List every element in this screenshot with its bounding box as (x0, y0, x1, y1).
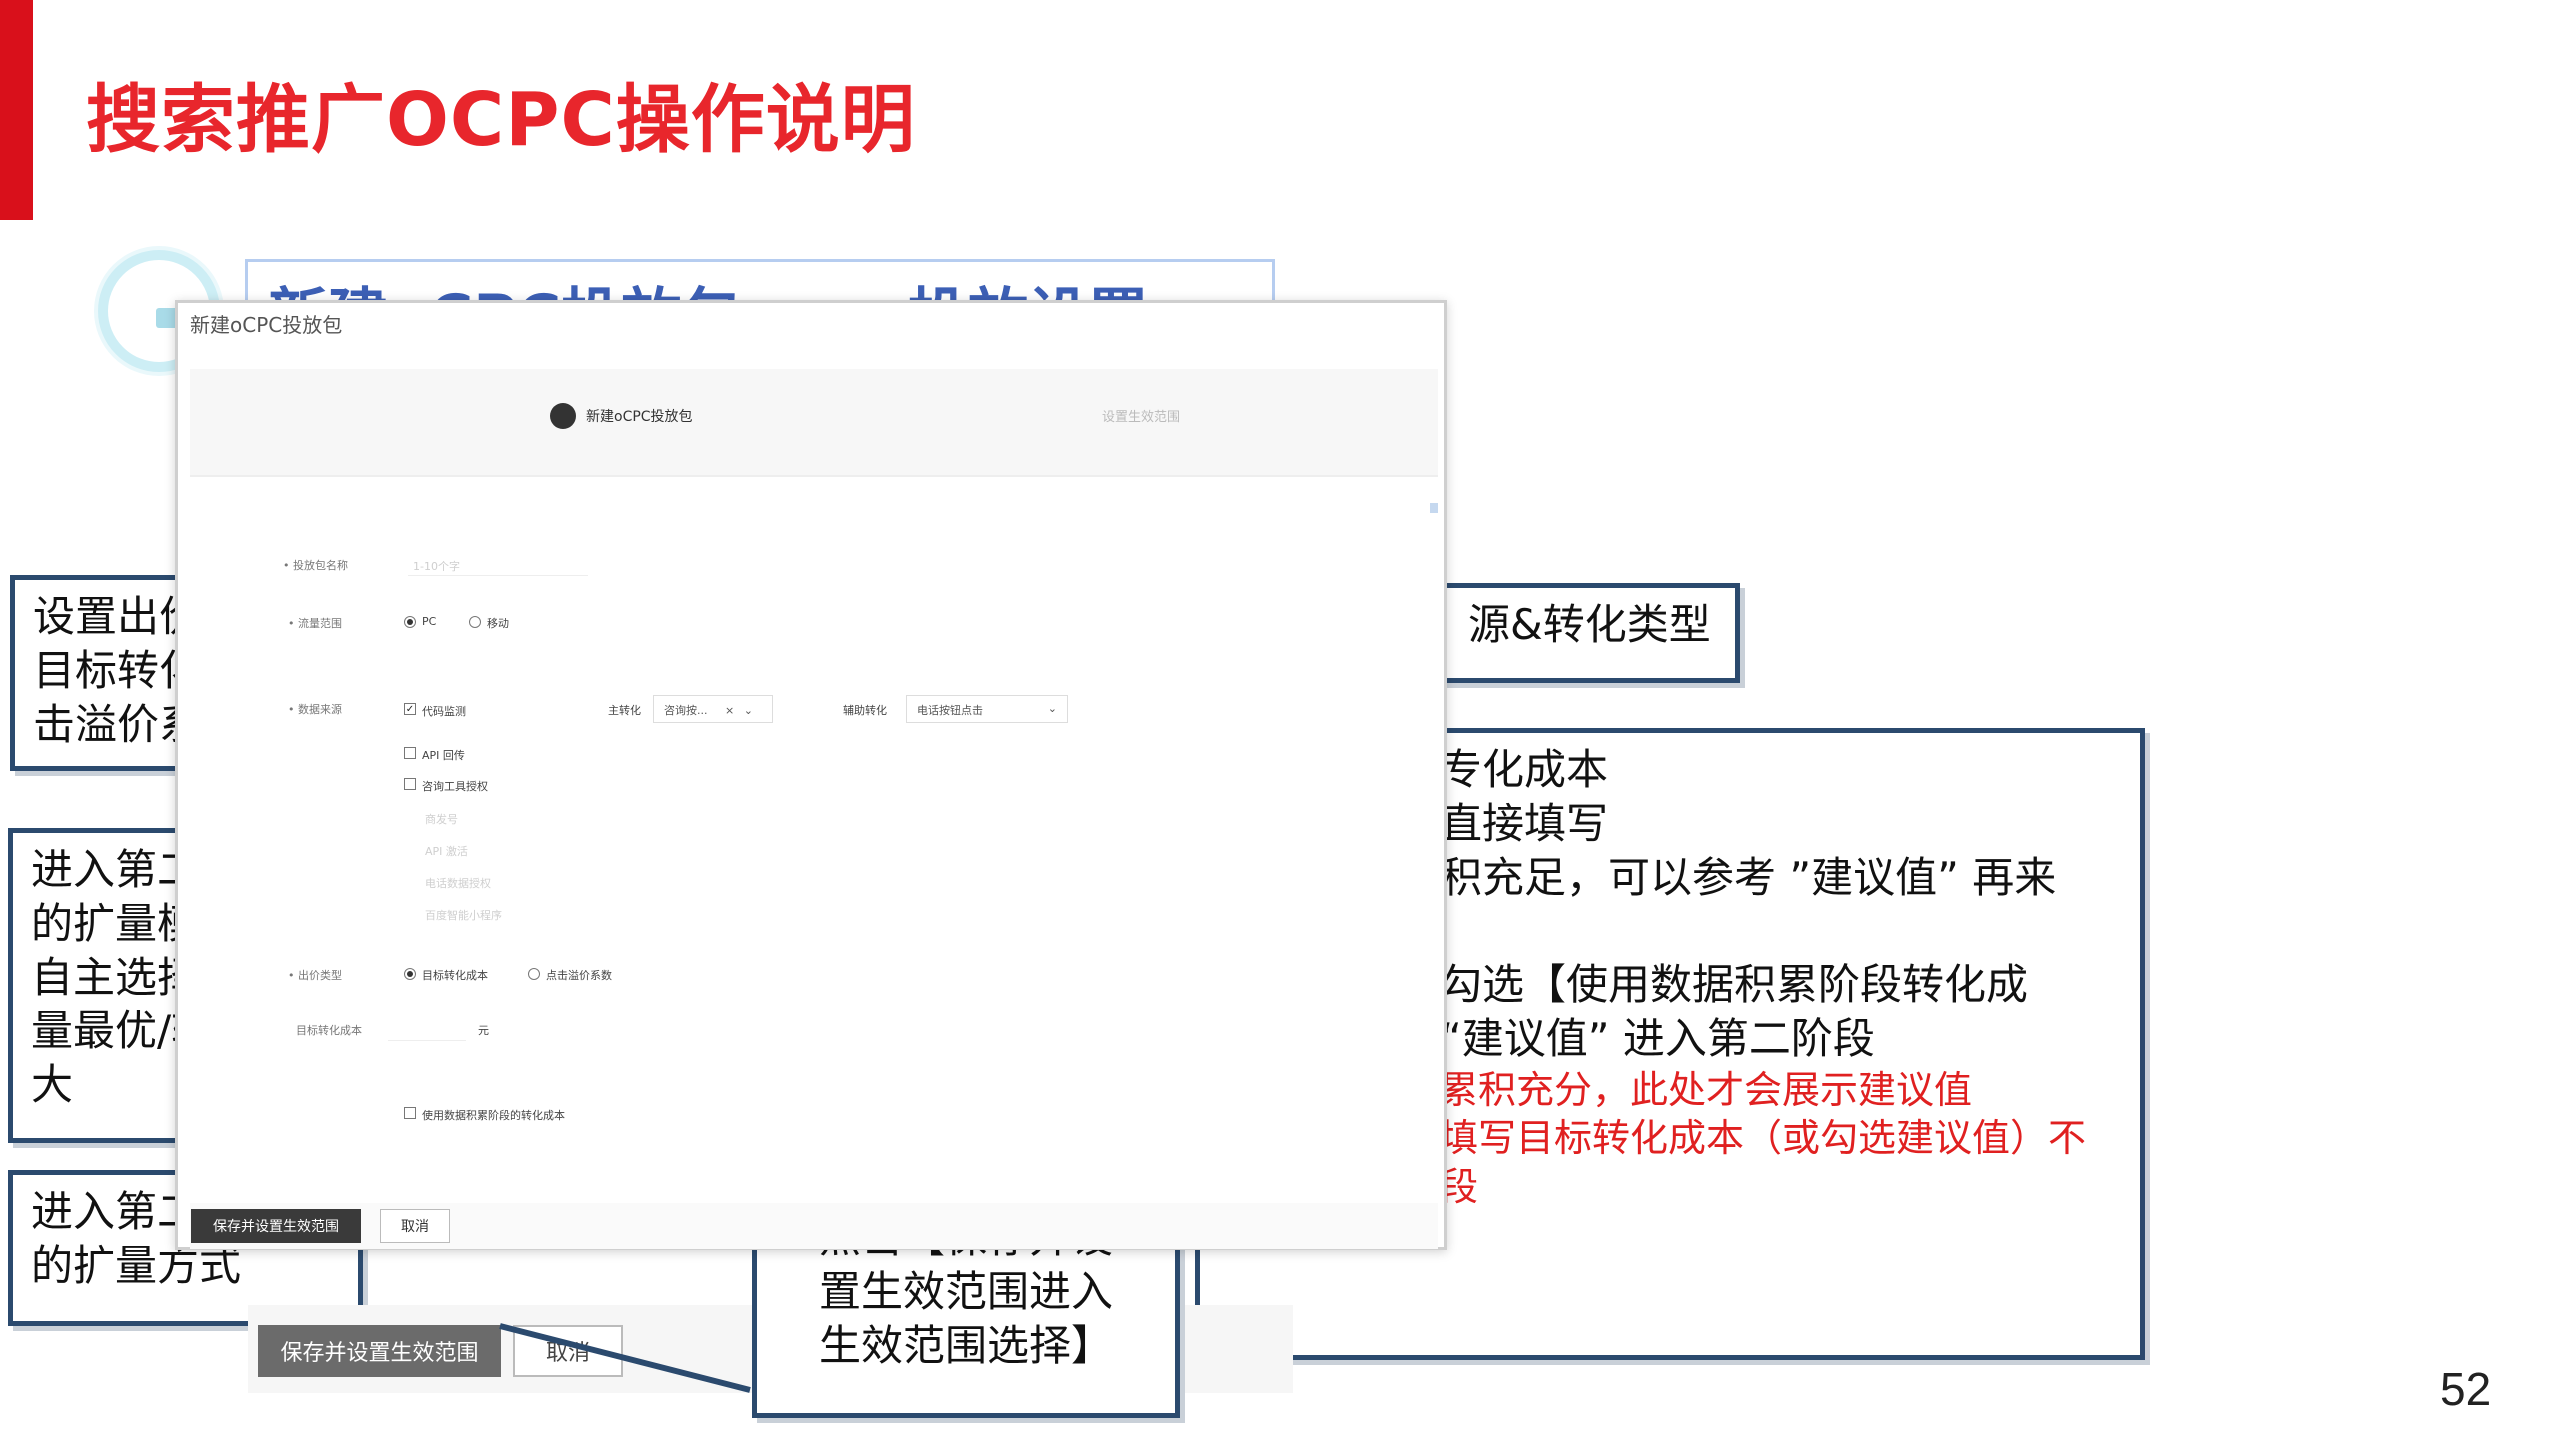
bid-target-cost-radio[interactable] (404, 968, 416, 980)
traffic-mobile-label: 移动 (487, 617, 509, 630)
step-2-label: 设置生效范围 (1102, 410, 1181, 425)
target-cost-label: 目标转化成本 (296, 1024, 362, 1037)
section-header-left: 新建oCPC投放包 (268, 268, 741, 303)
consult-tool-label: 咨询工具授权 (422, 780, 488, 793)
suboption-2: API 激活 (425, 845, 468, 858)
consult-tool-checkbox[interactable] (404, 778, 416, 790)
code-monitor-label: 代码监测 (422, 705, 466, 718)
aux-conversion-select[interactable]: 电话按钮点击 ⌄ (906, 695, 1068, 723)
api-callback-label: API 回传 (422, 749, 465, 762)
data-source-label: • 数据来源 (288, 703, 342, 716)
target-cost-input[interactable] (388, 1040, 466, 1041)
main-conversion-label: 主转化 (608, 704, 641, 717)
bid-type-label: • 出价类型 (288, 969, 342, 982)
title-accent-bar (0, 0, 33, 220)
api-callback-checkbox[interactable] (404, 747, 416, 759)
bid-target-cost-label: 目标转化成本 (422, 969, 488, 982)
step-1-indicator (550, 403, 576, 429)
chevron-down-icon: ⌄ (1047, 702, 1057, 715)
clear-icon[interactable]: × (725, 704, 734, 717)
scrollbar-thumb[interactable] (1430, 503, 1438, 513)
package-name-underline (408, 575, 588, 576)
aux-conversion-label: 辅助转化 (843, 704, 887, 717)
bid-click-premium-radio[interactable] (528, 968, 540, 980)
suboption-3: 电话数据授权 (425, 877, 491, 890)
traffic-pc-label: PC (422, 615, 437, 628)
package-name-input[interactable]: 1-10个字 (413, 558, 588, 574)
accum-cost-label: 使用数据积累阶段的转化成本 (422, 1109, 565, 1122)
step-1-label: 新建oCPC投放包 (586, 409, 693, 425)
section-header-right: 投放设置 (908, 268, 1148, 303)
chevron-down-icon: ⌄ (743, 704, 753, 717)
background-save-button: 保存并设置生效范围 (258, 1325, 501, 1377)
traffic-range-label: • 流量范围 (288, 617, 342, 630)
save-and-set-scope-button[interactable]: 保存并设置生效范围 (191, 1209, 361, 1243)
slide-title: 搜索推广OCPC操作说明 (86, 77, 916, 163)
callout-bid-setting: 设置出价 目标转化 击溢价系 (10, 575, 190, 771)
dialog-footer (190, 1203, 1438, 1249)
traffic-mobile-radio[interactable] (469, 616, 481, 628)
section-header-frame: 新建oCPC投放包 投放设置 (245, 259, 1275, 303)
package-name-label: • 投放包名称 (283, 559, 348, 572)
callout-connector (499, 1323, 751, 1393)
step-progress-bar: 新建oCPC投放包 设置生效范围 (190, 369, 1438, 477)
page-number: 52 (2440, 1363, 2492, 1415)
suboption-1: 商发号 (425, 813, 458, 826)
new-ocpc-package-dialog: 新建oCPC投放包 新建oCPC投放包 设置生效范围 • 投放包名称 1-10个… (175, 300, 1447, 1250)
main-conversion-select[interactable]: 咨询按... × ⌄ (653, 695, 773, 723)
callout-data-source: 源&转化类型 (1410, 583, 1740, 683)
bid-click-premium-label: 点击溢价系数 (546, 969, 612, 982)
cancel-button[interactable]: 取消 (380, 1209, 450, 1243)
traffic-pc-radio[interactable] (404, 616, 416, 628)
suboption-4: 百度智能小程序 (425, 909, 502, 922)
accum-cost-checkbox[interactable] (404, 1107, 416, 1119)
code-monitor-checkbox[interactable]: ✓ (404, 703, 416, 715)
target-cost-unit: 元 (478, 1024, 489, 1037)
dialog-title: 新建oCPC投放包 (190, 313, 343, 337)
callout-expansion-mode: 进入第二 的扩量模 自主选择 量最优/转 大 (8, 828, 190, 1143)
